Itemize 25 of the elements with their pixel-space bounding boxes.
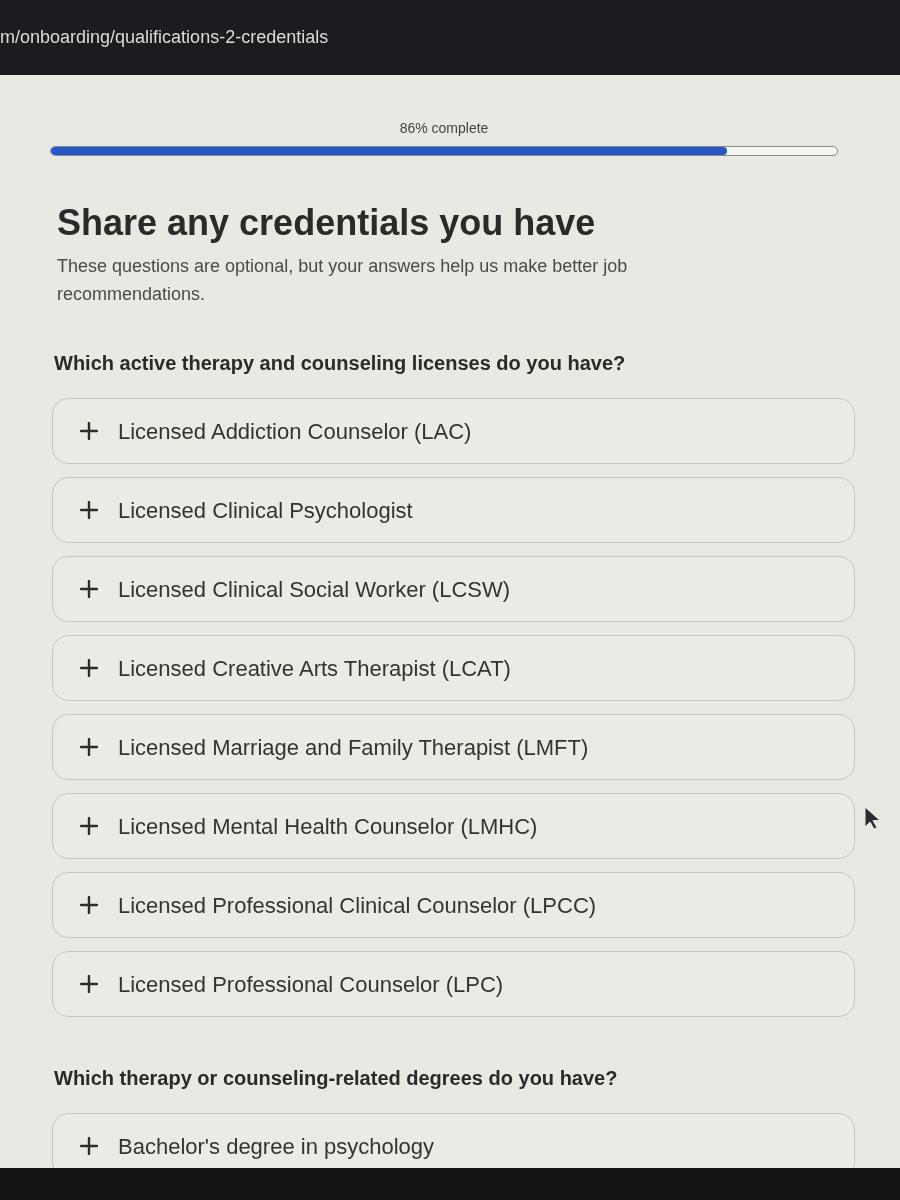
plus-icon <box>80 738 98 756</box>
plus-icon <box>80 659 98 677</box>
progress-label: 86% complete <box>399 119 489 137</box>
option-button[interactable]: Licensed Clinical Social Worker (LCSW) <box>52 556 855 622</box>
option-button[interactable]: Licensed Mental Health Counselor (LMHC) <box>52 793 855 859</box>
option-button[interactable]: Licensed Professional Clinical Counselor (LPCC) <box>52 872 855 938</box>
page-subtitle: These questions are optional, but your answers help us make better job recommendations. <box>57 255 629 306</box>
plus-icon <box>80 975 98 993</box>
option-button[interactable]: Licensed Marriage and Family Therapist (LMFT) <box>52 714 855 780</box>
question-heading: Which active therapy and counseling licenses do you have? <box>54 351 627 376</box>
option-button[interactable]: Licensed Creative Arts Therapist (LCAT) <box>52 635 855 701</box>
url-text[interactable]: m/onboarding/qualifications-2-credentials <box>0 24 329 51</box>
option-button[interactable]: Licensed Addiction Counselor (LAC) <box>52 398 855 464</box>
option-button[interactable]: Bachelor's degree in psychology <box>52 1113 855 1168</box>
cursor-icon <box>864 806 880 830</box>
option-button[interactable]: Licensed Professional Counselor (LPC) <box>52 951 855 1017</box>
plus-icon <box>80 817 98 835</box>
plus-icon <box>80 896 98 914</box>
plus-icon <box>80 1137 98 1155</box>
plus-icon <box>80 580 98 598</box>
plus-icon <box>80 501 98 519</box>
option-button[interactable]: Licensed Clinical Psychologist <box>52 477 855 543</box>
plus-icon <box>80 422 98 440</box>
page-title: Share any credentials you have <box>57 201 597 245</box>
question-heading: Which therapy or counseling-related degrees do you have? <box>54 1066 619 1091</box>
